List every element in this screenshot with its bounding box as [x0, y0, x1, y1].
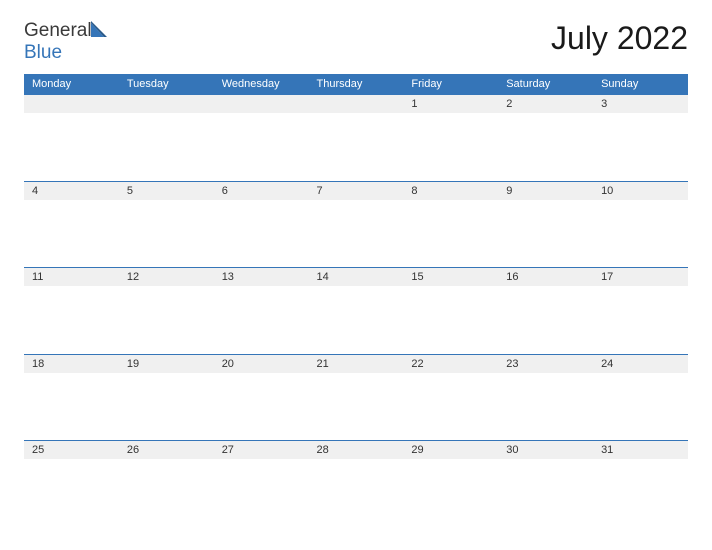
logo-word-general: General: [24, 20, 92, 41]
day-number: 22: [403, 354, 498, 373]
day-space: [119, 286, 214, 354]
day-space: [119, 113, 214, 181]
day-space: [593, 286, 688, 354]
day-number: 7: [309, 181, 404, 200]
day-space: [24, 286, 119, 354]
day-space: [403, 113, 498, 181]
week-space-row: [24, 459, 688, 527]
day-space: [214, 286, 309, 354]
day-number: 3: [593, 95, 688, 114]
day-number: 12: [119, 268, 214, 287]
weekday-header-row: Monday Tuesday Wednesday Thursday Friday…: [24, 74, 688, 95]
day-number: 11: [24, 268, 119, 287]
day-space: [309, 113, 404, 181]
day-space: [309, 373, 404, 441]
day-space: [498, 459, 593, 527]
day-number: 16: [498, 268, 593, 287]
day-space: [498, 113, 593, 181]
calendar-grid: Monday Tuesday Wednesday Thursday Friday…: [24, 74, 688, 527]
week-number-row: 45678910: [24, 181, 688, 200]
day-number: 24: [593, 354, 688, 373]
day-number: [119, 95, 214, 114]
day-space: [119, 373, 214, 441]
day-number: [214, 95, 309, 114]
day-number: 9: [498, 181, 593, 200]
day-space: [403, 459, 498, 527]
week-number-row: 18192021222324: [24, 354, 688, 373]
day-space: [593, 113, 688, 181]
day-number: 18: [24, 354, 119, 373]
day-space: [214, 200, 309, 268]
day-space: [403, 373, 498, 441]
day-space: [309, 459, 404, 527]
day-number: 17: [593, 268, 688, 287]
weekday-header: Thursday: [309, 74, 404, 95]
day-space: [498, 286, 593, 354]
day-number: 31: [593, 441, 688, 460]
day-number: 27: [214, 441, 309, 460]
day-space: [24, 200, 119, 268]
day-number: 14: [309, 268, 404, 287]
day-space: [498, 373, 593, 441]
day-number: 20: [214, 354, 309, 373]
day-number: 29: [403, 441, 498, 460]
day-number: 19: [119, 354, 214, 373]
day-space: [498, 200, 593, 268]
day-number: 25: [24, 441, 119, 460]
day-number: [309, 95, 404, 114]
day-number: 28: [309, 441, 404, 460]
day-space: [24, 113, 119, 181]
day-number: 6: [214, 181, 309, 200]
weekday-header: Monday: [24, 74, 119, 95]
day-number: 5: [119, 181, 214, 200]
day-number: 13: [214, 268, 309, 287]
day-number: 30: [498, 441, 593, 460]
day-number: 2: [498, 95, 593, 114]
logo-word-blue: Blue: [24, 42, 62, 63]
logo-sail-icon: [90, 21, 108, 42]
day-space: [593, 373, 688, 441]
weekday-header: Sunday: [593, 74, 688, 95]
day-space: [214, 113, 309, 181]
day-space: [214, 459, 309, 527]
day-space: [593, 200, 688, 268]
day-space: [214, 373, 309, 441]
weekday-header: Tuesday: [119, 74, 214, 95]
week-space-row: [24, 200, 688, 268]
week-space-row: [24, 286, 688, 354]
logo-text: GeneralBlue: [24, 20, 108, 64]
week-space-row: [24, 373, 688, 441]
day-number: 23: [498, 354, 593, 373]
day-space: [403, 200, 498, 268]
weekday-header: Wednesday: [214, 74, 309, 95]
calendar-header: GeneralBlue July 2022: [24, 20, 688, 64]
weekday-header: Saturday: [498, 74, 593, 95]
day-number: 26: [119, 441, 214, 460]
day-number: 8: [403, 181, 498, 200]
day-space: [593, 459, 688, 527]
week-number-row: 123: [24, 95, 688, 114]
day-space: [119, 459, 214, 527]
week-number-row: 11121314151617: [24, 268, 688, 287]
month-year-title: July 2022: [551, 20, 688, 57]
day-number: 1: [403, 95, 498, 114]
day-number: [24, 95, 119, 114]
brand-logo: GeneralBlue: [24, 20, 108, 64]
day-space: [309, 286, 404, 354]
day-space: [24, 459, 119, 527]
week-number-row: 25262728293031: [24, 441, 688, 460]
day-space: [119, 200, 214, 268]
day-space: [24, 373, 119, 441]
week-space-row: [24, 113, 688, 181]
day-space: [403, 286, 498, 354]
day-number: 4: [24, 181, 119, 200]
day-number: 21: [309, 354, 404, 373]
weekday-header: Friday: [403, 74, 498, 95]
day-number: 10: [593, 181, 688, 200]
day-number: 15: [403, 268, 498, 287]
day-space: [309, 200, 404, 268]
